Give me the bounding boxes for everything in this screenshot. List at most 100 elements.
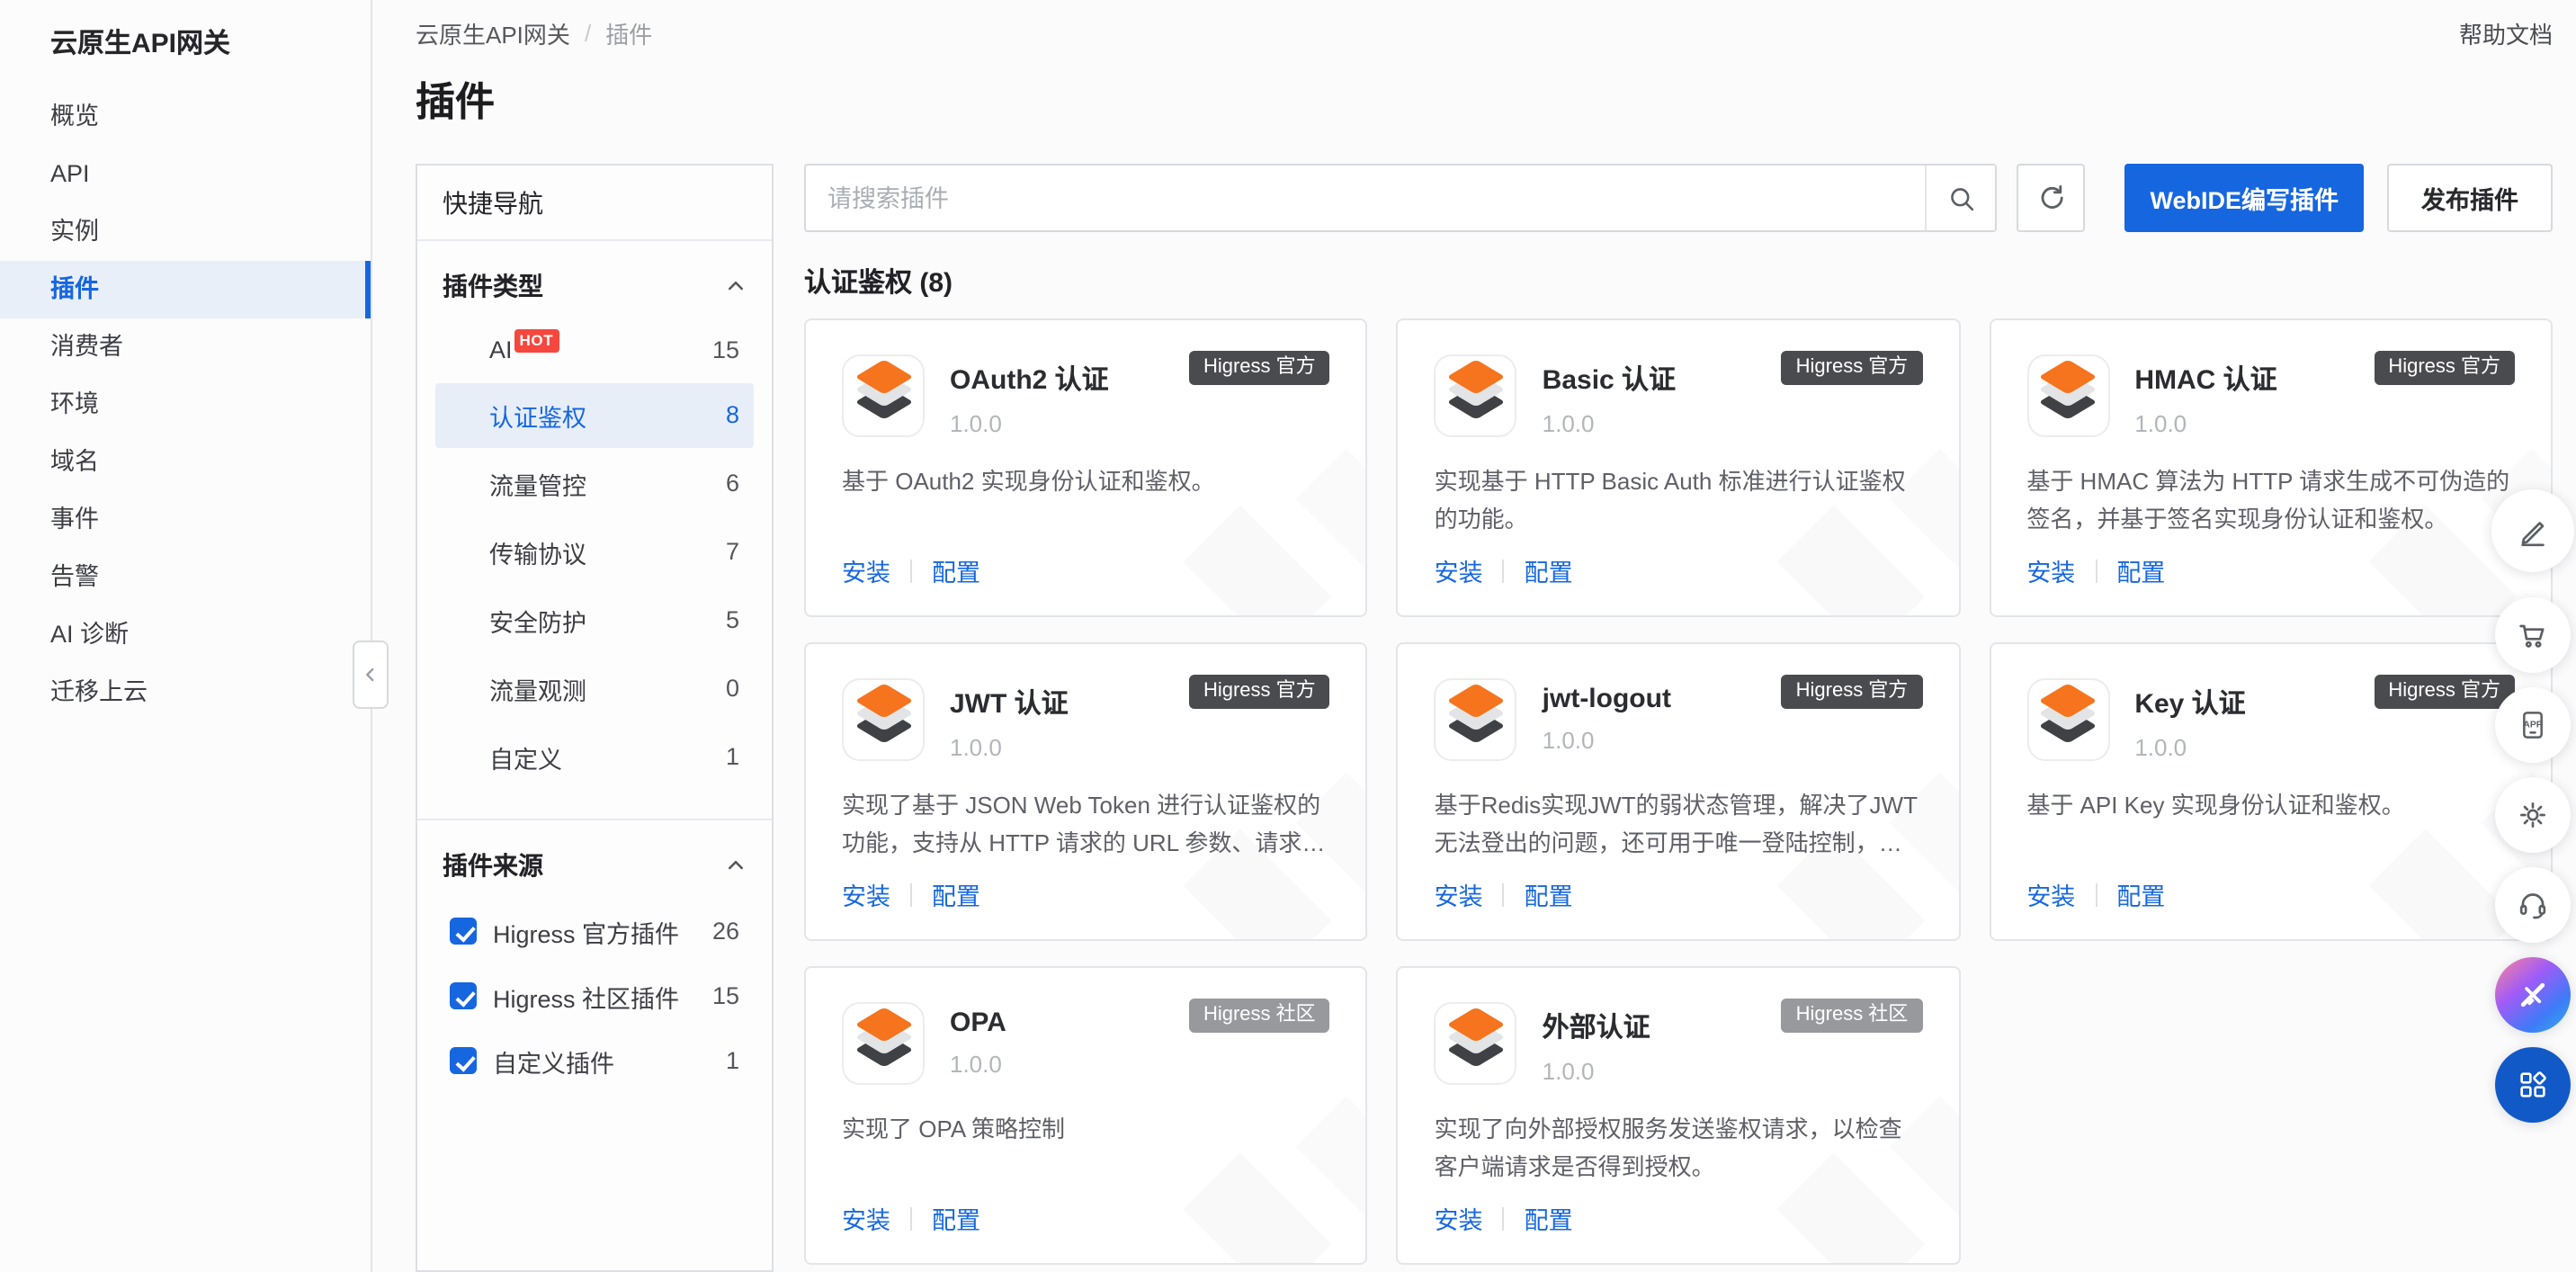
plugin-logo-icon: [2026, 678, 2109, 761]
plugin-badge: Higress 官方: [1189, 675, 1330, 709]
quick-nav-title: 快捷导航: [417, 166, 772, 241]
plugin-version: 1.0.0: [1543, 1058, 1650, 1085]
breadcrumb-root[interactable]: 云原生API网关: [416, 15, 570, 49]
plugin-logo-icon: [842, 354, 925, 437]
plugin-type-item[interactable]: 认证鉴权 8: [435, 382, 754, 447]
headset-icon[interactable]: [2495, 867, 2571, 943]
search-input[interactable]: [806, 166, 1925, 230]
sidebar: 云原生API网关 概览 API 实例 插件 消费者 环境 域名 事件 告警 AI…: [0, 0, 372, 1272]
configure-link[interactable]: 配置: [1525, 876, 1573, 912]
plugin-type-item[interactable]: 安全防护 5: [435, 587, 754, 652]
plugin-description: 基于 HMAC 算法为 HTTP 请求生成不可伪造的签名，并基于签名实现身份认证…: [2026, 462, 2515, 538]
publish-plugin-button[interactable]: 发布插件: [2387, 164, 2553, 232]
plugin-type-label: 安全防护: [489, 602, 586, 638]
plugin-source-item[interactable]: Higress 社区插件 15: [435, 965, 754, 1026]
install-link[interactable]: 安装: [842, 876, 890, 912]
plugin-type-item[interactable]: 流量管控 6: [435, 451, 754, 515]
category-section-title: 认证鉴权 (8): [804, 263, 2553, 300]
plugin-type-section-header[interactable]: 插件类型: [417, 248, 772, 318]
configure-link[interactable]: 配置: [1525, 552, 1573, 588]
plugin-title: Key 认证: [2134, 684, 2245, 721]
install-link[interactable]: 安装: [842, 1200, 890, 1236]
plugin-type-count: 8: [726, 401, 739, 428]
plugin-card: Higress 社区 OPA 1.0.0 实现了 OPA 策略控制 安装 配置: [804, 966, 1368, 1265]
plugin-version: 1.0.0: [2134, 410, 2276, 437]
plugin-source-item[interactable]: Higress 官方插件 26: [435, 900, 754, 962]
install-link[interactable]: 安装: [1435, 876, 1483, 912]
configure-link[interactable]: 配置: [932, 876, 980, 912]
install-link[interactable]: 安装: [1435, 552, 1483, 588]
webide-write-plugin-button[interactable]: WebIDE编写插件: [2124, 164, 2364, 232]
configure-link[interactable]: 配置: [932, 552, 980, 588]
sidebar-item[interactable]: 实例: [0, 203, 371, 261]
plugin-type-item[interactable]: 自定义 1: [435, 724, 754, 789]
sidebar-item[interactable]: 迁移上云: [0, 664, 371, 721]
sidebar-item[interactable]: AI 诊断: [0, 606, 371, 664]
actions-divider: [1503, 1206, 1505, 1230]
plugin-type-list: AIHOT 15 认证鉴权 8 流量管控 6 传输协议 7 安全防护 5 流量观…: [417, 322, 772, 789]
cart-icon[interactable]: [2495, 597, 2571, 673]
sidebar-item-label: AI 诊断: [50, 621, 129, 648]
plugin-type-item[interactable]: 流量观测 0: [435, 656, 754, 721]
sidebar-item[interactable]: 概览: [0, 88, 371, 146]
sidebar-item[interactable]: 告警: [0, 549, 371, 606]
install-link[interactable]: 安装: [1435, 1200, 1483, 1236]
plugin-source-label: Higress 社区插件: [493, 978, 679, 1014]
app-grid-icon[interactable]: [2495, 1047, 2571, 1123]
plugin-source-item[interactable]: 自定义插件 1: [435, 1030, 754, 1091]
plugin-logo-icon: [1435, 354, 1517, 437]
plugin-type-label: AIHOT: [489, 336, 557, 364]
sidebar-item[interactable]: 消费者: [0, 318, 371, 376]
gear-icon[interactable]: [2495, 777, 2571, 853]
plugin-source-section-header[interactable]: 插件来源: [417, 827, 772, 897]
plugin-title: Basic 认证: [1543, 360, 1676, 398]
checkbox[interactable]: [450, 1047, 477, 1074]
sidebar-item[interactable]: 事件: [0, 491, 371, 549]
breadcrumb-separator: /: [585, 19, 591, 46]
plugin-title: HMAC 认证: [2134, 360, 2276, 398]
search-button[interactable]: [1925, 166, 1995, 230]
ai-assistant-icon[interactable]: [2495, 957, 2571, 1033]
plugin-badge: Higress 官方: [2374, 351, 2515, 385]
plugin-description: 基于Redis实现JWT的弱状态管理，解决了JWT无法登出的问题，还可用于唯一登…: [1435, 786, 1923, 862]
install-link[interactable]: 安装: [2026, 552, 2075, 588]
actions-divider: [1503, 882, 1505, 906]
sidebar-collapse-button[interactable]: [353, 640, 389, 709]
help-doc-link[interactable]: 帮助文档: [2459, 15, 2553, 49]
sidebar-item[interactable]: 域名: [0, 434, 371, 491]
plugin-version: 1.0.0: [1543, 727, 1671, 754]
checkbox[interactable]: [450, 982, 477, 1009]
plugin-logo-icon: [842, 678, 925, 761]
breadcrumb: 云原生API网关 / 插件: [416, 15, 652, 49]
refresh-button[interactable]: [2017, 164, 2085, 232]
plugin-type-item[interactable]: 传输协议 7: [435, 519, 754, 584]
pencil-icon[interactable]: [2491, 489, 2574, 572]
sidebar-item-label: 告警: [50, 563, 99, 590]
plugin-card: Higress 官方 OAuth2 认证 1.0.0 基于 OAuth2 实现身…: [804, 318, 1368, 617]
actions-divider: [910, 1206, 912, 1230]
mobile-app-icon[interactable]: APP: [2495, 687, 2571, 763]
sidebar-item[interactable]: 环境: [0, 376, 371, 434]
page-title: 插件: [416, 77, 2553, 128]
plugin-type-item[interactable]: AIHOT 15: [435, 322, 754, 379]
install-link[interactable]: 安装: [2026, 876, 2075, 912]
configure-link[interactable]: 配置: [932, 1200, 980, 1236]
plugin-cards-grid: Higress 官方 OAuth2 认证 1.0.0 基于 OAuth2 实现身…: [804, 318, 2553, 1265]
configure-link[interactable]: 配置: [1525, 1200, 1573, 1236]
plugin-title: 外部认证: [1543, 1008, 1650, 1045]
actions-divider: [1503, 559, 1505, 582]
plugin-card: Higress 官方 Basic 认证 1.0.0 实现基于 HTTP Basi…: [1397, 318, 1961, 617]
toolbar: WebIDE编写插件 发布插件: [804, 164, 2553, 232]
configure-link[interactable]: 配置: [2116, 876, 2165, 912]
main-area: 云原生API网关 / 插件 帮助文档 插件 快捷导航 插件类型 AIHOT 15…: [372, 0, 2576, 1272]
install-link[interactable]: 安装: [842, 552, 890, 588]
plugin-badge: Higress 官方: [1189, 351, 1330, 385]
sidebar-item-label: 插件: [50, 275, 99, 302]
plugin-version: 1.0.0: [950, 1051, 1006, 1078]
sidebar-item[interactable]: 插件: [0, 261, 371, 318]
checkbox[interactable]: [450, 918, 477, 945]
sidebar-item[interactable]: API: [0, 146, 371, 203]
chevron-left-icon: [360, 664, 381, 685]
plugin-actions: 安装 配置: [2026, 552, 2165, 588]
configure-link[interactable]: 配置: [2116, 552, 2165, 588]
